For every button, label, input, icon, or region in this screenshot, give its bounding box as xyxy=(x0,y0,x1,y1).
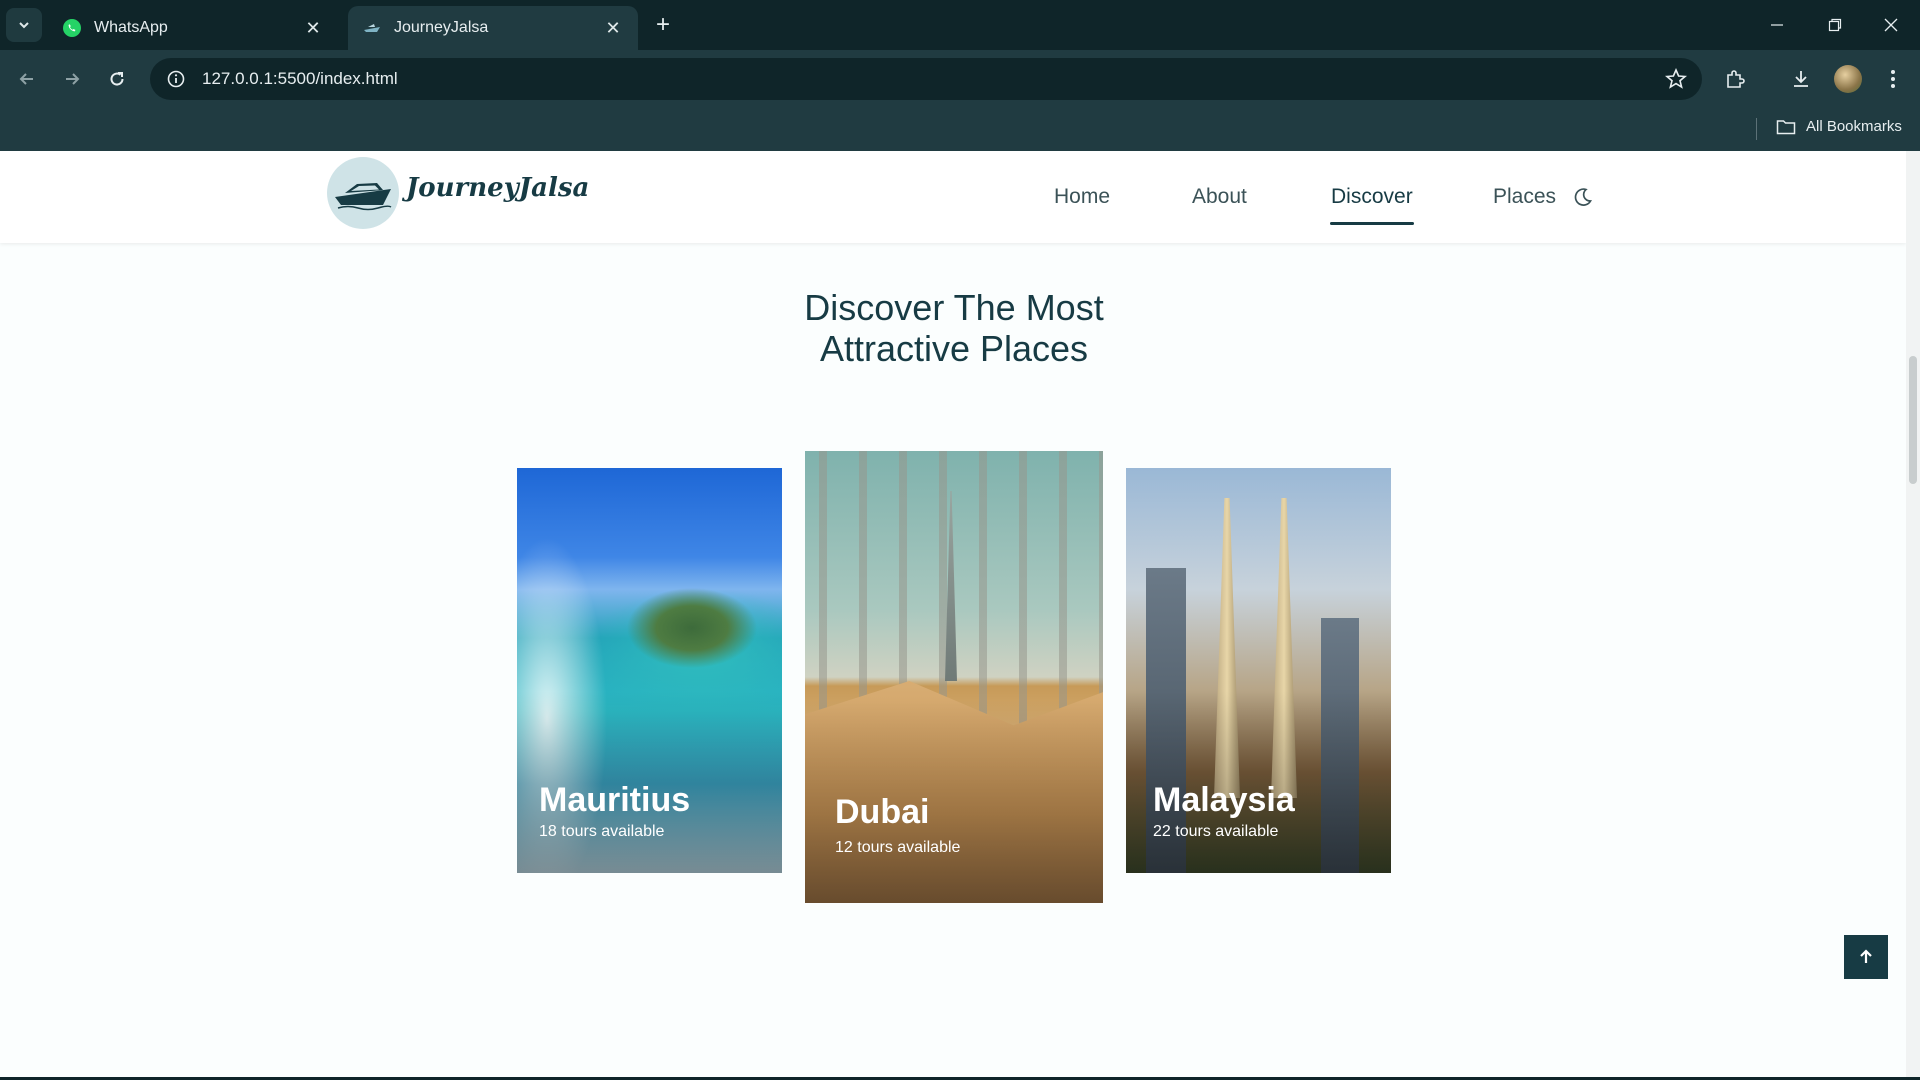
tab-whatsapp[interactable]: WhatsApp ✕ xyxy=(48,6,338,50)
moon-icon[interactable] xyxy=(1572,186,1594,208)
nav-about[interactable]: About xyxy=(1192,185,1247,209)
tab-search-button[interactable] xyxy=(6,8,42,42)
tab-title: JourneyJalsa xyxy=(394,19,489,36)
arrow-left-icon xyxy=(19,73,33,85)
url-text: 127.0.0.1:5500/index.html xyxy=(202,69,398,88)
logo-badge[interactable] xyxy=(327,157,399,229)
close-tab-icon[interactable]: ✕ xyxy=(602,17,624,39)
section-title-line2: Attractive Places xyxy=(819,328,1089,369)
bookmarks-divider xyxy=(1756,118,1757,140)
folder-icon xyxy=(1776,119,1796,134)
site-info-icon[interactable] xyxy=(154,58,198,100)
scrollbar-thumb[interactable] xyxy=(1909,356,1917,484)
place-tours: 12 tours available xyxy=(835,839,961,856)
puzzle-icon xyxy=(1727,70,1745,88)
new-tab-button[interactable]: + xyxy=(650,11,676,38)
more-vertical-icon xyxy=(1891,70,1895,88)
burj-khalifa-shape xyxy=(945,491,957,681)
site-header: JourneyJalsa Home About Discover Places xyxy=(0,151,1906,243)
back-button[interactable] xyxy=(10,62,44,96)
close-icon xyxy=(1884,18,1898,32)
reload-button[interactable] xyxy=(100,62,134,96)
section-title: Discover The Most Attractive Places xyxy=(760,287,1148,369)
place-card-dubai[interactable]: Dubai 12 tours available xyxy=(805,451,1103,903)
all-bookmarks-button[interactable]: All Bookmarks xyxy=(1776,118,1902,135)
place-tours: 18 tours available xyxy=(539,823,665,840)
profile-avatar[interactable] xyxy=(1834,65,1862,93)
whatsapp-icon xyxy=(62,18,82,38)
logo-text[interactable]: JourneyJalsa xyxy=(406,173,589,203)
browser-menu-button[interactable] xyxy=(1876,62,1910,96)
close-tab-icon[interactable]: ✕ xyxy=(302,17,324,39)
bookmark-star-icon[interactable] xyxy=(1664,67,1688,91)
page-scrollbar[interactable] xyxy=(1906,151,1920,1080)
nav-home[interactable]: Home xyxy=(1054,185,1110,209)
downloads-button[interactable] xyxy=(1784,62,1818,96)
web-page: JourneyJalsa Home About Discover Places … xyxy=(0,151,1920,1080)
bookmarks-bar: All Bookmarks xyxy=(0,108,1920,151)
arrow-up-icon xyxy=(1860,949,1872,963)
address-bar[interactable]: 127.0.0.1:5500/index.html xyxy=(150,58,1702,100)
place-name: Malaysia xyxy=(1153,781,1295,819)
tab-journeyjalsa[interactable]: JourneyJalsa ✕ xyxy=(348,6,638,50)
scroll-to-top-button[interactable] xyxy=(1844,935,1888,979)
active-nav-underline xyxy=(1330,222,1414,225)
browser-toolbar: 127.0.0.1:5500/index.html xyxy=(0,50,1920,108)
place-tours: 22 tours available xyxy=(1153,823,1279,840)
reload-icon xyxy=(110,72,124,86)
close-window-button[interactable] xyxy=(1862,0,1920,50)
place-card-malaysia[interactable]: Malaysia 22 tours available xyxy=(1126,468,1391,873)
place-name: Mauritius xyxy=(539,781,691,819)
restore-button[interactable] xyxy=(1806,0,1864,50)
all-bookmarks-label: All Bookmarks xyxy=(1806,118,1902,135)
cruise-ship-icon xyxy=(335,183,392,211)
place-name: Dubai xyxy=(835,793,930,831)
minimize-button[interactable] xyxy=(1748,0,1806,50)
browser-tab-strip: WhatsApp ✕ JourneyJalsa ✕ + xyxy=(0,0,1920,50)
nav-discover[interactable]: Discover xyxy=(1331,185,1413,209)
arrow-right-icon xyxy=(66,73,80,85)
boat-icon xyxy=(362,18,382,38)
download-icon xyxy=(1794,71,1808,87)
nav-places[interactable]: Places xyxy=(1493,185,1556,209)
tab-title: WhatsApp xyxy=(94,19,168,36)
minimize-icon xyxy=(1771,24,1783,26)
restore-icon xyxy=(1828,18,1842,32)
section-title-line1: Discover The Most xyxy=(804,287,1104,328)
place-card-mauritius[interactable]: Mauritius 18 tours available xyxy=(517,468,782,873)
extensions-button[interactable] xyxy=(1718,62,1752,96)
chevron-down-icon xyxy=(19,22,29,29)
forward-button[interactable] xyxy=(55,62,89,96)
